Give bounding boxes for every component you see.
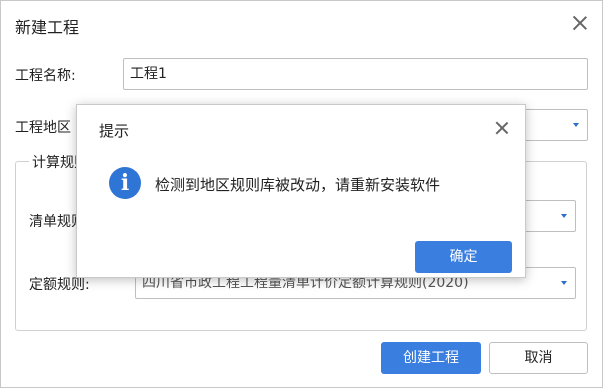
bill-rule-select[interactable] bbox=[521, 200, 576, 232]
alert-message: 检测到地区规则库被改动，请重新安装软件 bbox=[155, 176, 441, 194]
project-region-label: 工程地区 bbox=[15, 120, 71, 136]
info-icon: i bbox=[109, 167, 141, 199]
chevron-down-icon bbox=[573, 123, 579, 127]
dialog-title: 新建工程 bbox=[15, 18, 80, 37]
chevron-down-icon bbox=[561, 281, 567, 285]
confirm-button[interactable]: 确定 bbox=[415, 241, 512, 273]
dialog-close-icon[interactable] bbox=[571, 14, 589, 32]
create-project-button[interactable]: 创建工程 bbox=[381, 342, 481, 374]
cancel-button[interactable]: 取消 bbox=[489, 342, 588, 374]
project-name-label: 工程名称: bbox=[15, 68, 76, 84]
project-name-input[interactable]: 工程1 bbox=[123, 58, 588, 90]
alert-dialog: 提示 i 检测到地区规则库被改动，请重新安装软件 确定 bbox=[76, 104, 526, 278]
chevron-down-icon bbox=[561, 214, 567, 218]
alert-close-icon[interactable] bbox=[494, 120, 510, 136]
alert-title: 提示 bbox=[99, 122, 130, 140]
